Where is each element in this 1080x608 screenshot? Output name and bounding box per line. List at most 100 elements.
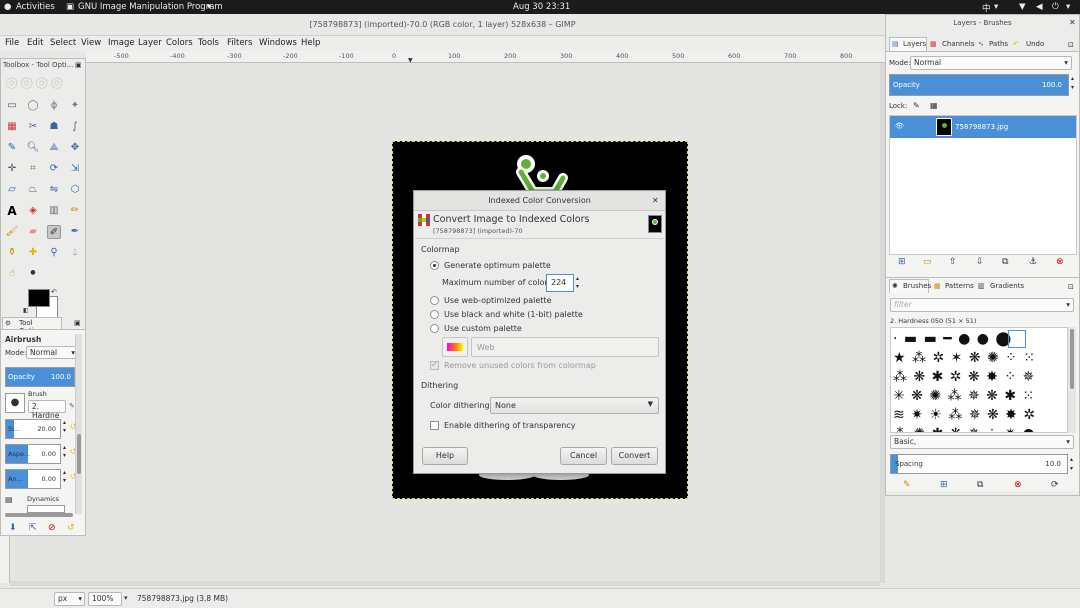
brush-preview[interactable]: ●: [5, 393, 25, 413]
clone-tool-icon[interactable]: ⚱: [5, 246, 19, 260]
heal-tool-icon[interactable]: ✚: [26, 246, 40, 260]
network-icon[interactable]: ▼: [1019, 2, 1026, 12]
new-layer-icon[interactable]: ⊞: [898, 257, 906, 267]
layer-name[interactable]: 758798873.jpg: [955, 123, 1008, 131]
fuzzy-select-tool-icon[interactable]: ✦: [68, 99, 82, 113]
foreground-select-tool-icon[interactable]: ☗: [47, 120, 61, 134]
tab-undo[interactable]: Undo: [1026, 40, 1044, 48]
eye-icon[interactable]: 👁︎: [895, 122, 904, 130]
tab-brushes-label[interactable]: Brushes: [903, 282, 931, 290]
size-slider[interactable]: Si... 20.00: [5, 419, 61, 439]
mode-select[interactable]: Normal ▾: [26, 346, 78, 359]
save-options-icon[interactable]: ⬇: [9, 523, 17, 533]
web-palette-radio[interactable]: [430, 296, 439, 305]
layer-opacity-slider[interactable]: Opacity 100.0: [889, 74, 1069, 96]
layer-opacity-stepper[interactable]: ▴ ▾: [1071, 74, 1074, 92]
dither-transparency-label[interactable]: Enable dithering of transparency: [444, 421, 575, 430]
layer-row[interactable]: 👁︎ 758798873.jpg: [890, 116, 1076, 138]
scissors-tool-icon[interactable]: ✂: [26, 120, 40, 134]
menu-tools[interactable]: Tools: [198, 38, 219, 48]
lower-layer-icon[interactable]: ⇩: [976, 257, 984, 267]
perspective-clone-tool-icon[interactable]: ⚲: [47, 246, 61, 260]
opacity-slider[interactable]: Opacity 100.0: [5, 367, 75, 387]
anchor-layer-icon[interactable]: ⚓︎: [1029, 257, 1037, 267]
shear-tool-icon[interactable]: ▱: [5, 183, 19, 197]
tab-paths[interactable]: Paths: [989, 40, 1008, 48]
color-picker-tool-icon[interactable]: ✎: [5, 141, 19, 155]
paintbrush-tool-icon[interactable]: 🖌︎: [5, 225, 19, 239]
spacing-stepper[interactable]: ▴ ▾: [1070, 455, 1073, 473]
brush-grid-scrollbar[interactable]: [1068, 327, 1076, 433]
reset-options-icon[interactable]: ↺: [67, 523, 75, 533]
menu-view[interactable]: View: [81, 38, 101, 48]
tool-options-menu-icon[interactable]: ▣: [74, 319, 81, 327]
reset-colors-icon[interactable]: ◧: [23, 307, 29, 314]
menu-image[interactable]: Image: [108, 38, 135, 48]
crop-tool-icon[interactable]: ⌗: [26, 162, 40, 176]
layer-mode-select[interactable]: Normal ▾: [910, 56, 1072, 70]
smudge-tool-icon[interactable]: ☝: [5, 267, 19, 281]
close-icon[interactable]: ✕: [652, 196, 659, 205]
airbrush-tool-icon[interactable]: ✐: [47, 225, 61, 239]
lock-pixels-icon[interactable]: ✎: [913, 101, 920, 110]
tab-layers-label[interactable]: Layers: [903, 40, 926, 48]
clock[interactable]: Aug 30 23:31: [513, 2, 570, 12]
scrollbar-thumb[interactable]: [77, 434, 81, 474]
help-button[interactable]: Help: [422, 447, 468, 465]
move-tool-icon[interactable]: ✥: [68, 141, 82, 155]
size-stepper[interactable]: ▴ ▾: [63, 419, 66, 435]
rotate-tool-icon[interactable]: ⟳: [47, 162, 61, 176]
scrollbar-thumb[interactable]: [1070, 329, 1074, 389]
power-icon[interactable]: ⏻: [1052, 2, 1059, 12]
tool-options-scrollbar[interactable]: [75, 334, 82, 514]
tool-options-hscrollbar[interactable]: [5, 513, 73, 517]
ink-tool-icon[interactable]: ✒: [68, 225, 82, 239]
color-dithering-select[interactable]: None ▼: [490, 397, 659, 414]
select-by-color-tool-icon[interactable]: ▦: [5, 120, 19, 134]
max-colors-stepper[interactable]: ▴ ▾: [576, 275, 579, 291]
cancel-button[interactable]: Cancel: [560, 447, 607, 465]
pencil-tool-icon[interactable]: ✏: [68, 204, 82, 218]
menu-colors[interactable]: Colors: [166, 38, 193, 48]
tab-channels[interactable]: Channels: [942, 40, 974, 48]
tab-gradients[interactable]: Gradients: [990, 282, 1024, 290]
refresh-brushes-icon[interactable]: ⟳: [1051, 480, 1059, 490]
paths-tool-icon[interactable]: ∫: [68, 120, 82, 134]
measure-tool-icon[interactable]: ⟁: [47, 141, 61, 155]
scale-tool-icon[interactable]: ⇲: [68, 162, 82, 176]
brush-preset-select[interactable]: Basic, ▾: [890, 435, 1074, 449]
swap-colors-icon[interactable]: ↶: [51, 288, 57, 296]
zoom-chevron-icon[interactable]: ▾: [124, 594, 128, 602]
system-menu-chevron-icon[interactable]: ▾: [1066, 2, 1070, 12]
blur-tool-icon[interactable]: 💧︎: [68, 246, 82, 260]
unit-select[interactable]: px ▾: [54, 592, 85, 606]
menu-help[interactable]: Help: [301, 38, 320, 48]
angle-slider[interactable]: An... 0.00: [5, 469, 61, 489]
flip-tool-icon[interactable]: ⇋: [47, 183, 61, 197]
lock-alpha-icon[interactable]: ▦: [930, 101, 938, 110]
web-palette-label[interactable]: Use web-optimized palette: [444, 296, 551, 305]
custom-palette-label[interactable]: Use custom palette: [444, 324, 522, 333]
text-tool-icon[interactable]: A: [5, 204, 19, 218]
menu-filters[interactable]: Filters: [227, 38, 252, 48]
menu-edit[interactable]: Edit: [27, 38, 43, 48]
new-brush-icon[interactable]: ⊞: [940, 480, 948, 490]
angle-stepper[interactable]: ▴ ▾: [63, 469, 66, 485]
aspect-stepper[interactable]: ▴ ▾: [63, 444, 66, 460]
app-menu-chevron-icon[interactable]: ▾: [207, 2, 211, 12]
dynamics-icon[interactable]: ▤: [5, 495, 25, 513]
spacing-slider[interactable]: Spacing 10.0: [890, 454, 1068, 474]
custom-palette-radio[interactable]: [430, 324, 439, 333]
app-menu-button[interactable]: GNU Image Manipulation Program: [78, 2, 223, 12]
free-select-tool-icon[interactable]: ϕ: [47, 99, 61, 113]
new-layer-group-icon[interactable]: ▭: [923, 257, 932, 267]
volume-icon[interactable]: ◀: [1036, 2, 1043, 12]
max-colors-input[interactable]: 224: [546, 274, 574, 292]
delete-layer-icon[interactable]: ⊗: [1056, 257, 1064, 267]
delete-options-icon[interactable]: ⊘: [48, 523, 56, 533]
blend-tool-icon[interactable]: ▥: [47, 204, 61, 218]
duplicate-layer-icon[interactable]: ⧉: [1002, 257, 1008, 267]
zoom-tool-icon[interactable]: 🔍︎: [26, 141, 40, 155]
bw-palette-label[interactable]: Use black and white (1-bit) palette: [444, 310, 583, 319]
brush-thumbnails[interactable]: · ▬ ▬ ━ ● ● ⬤ ★ ⁂ ✲ ✶ ❋ ✺ ⁘ ⁙ ⁂ ❋ ✱ ✲ ❋ ✸ …: [893, 330, 1067, 432]
